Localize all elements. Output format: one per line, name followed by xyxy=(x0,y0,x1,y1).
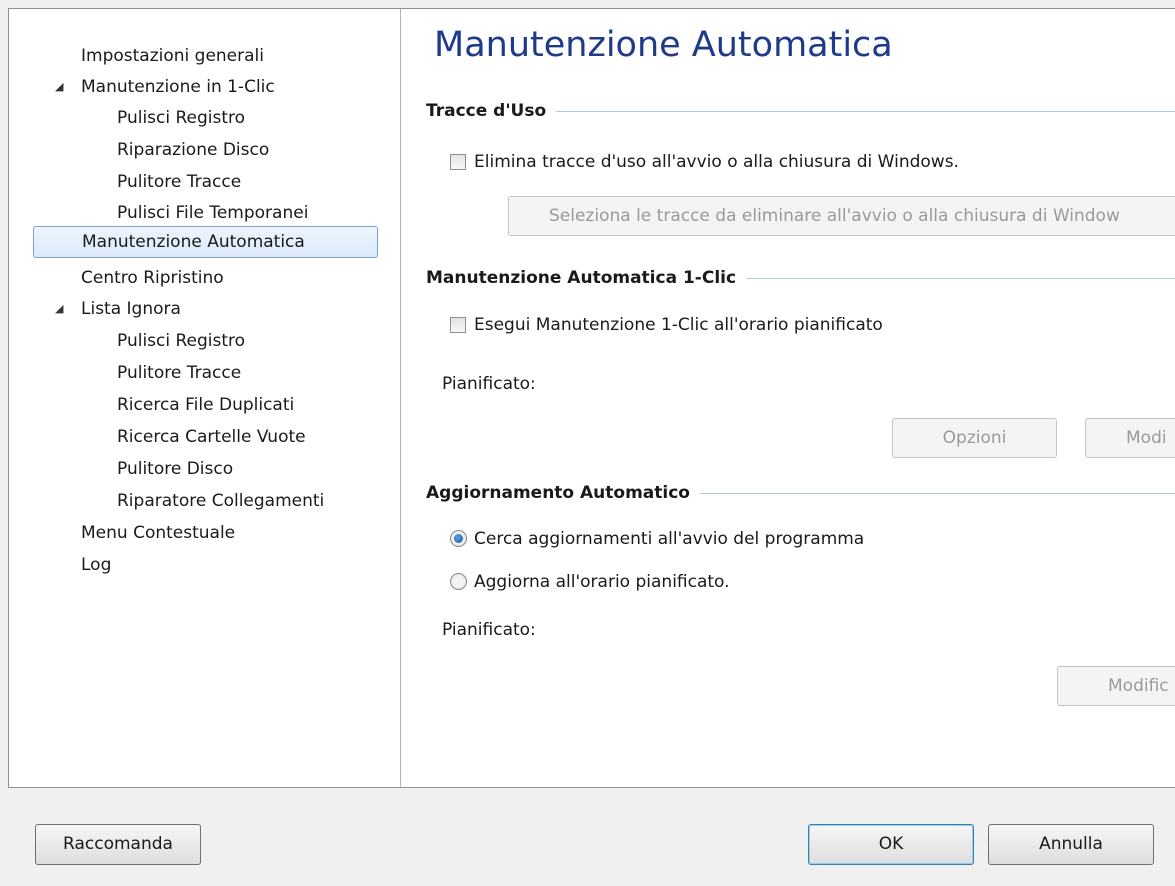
page-title: Manutenzione Automatica xyxy=(434,25,893,65)
sidebar-item-empty-folders[interactable]: Ricerca Cartelle Vuote xyxy=(111,422,312,452)
select-traces-button[interactable]: Seleziona le tracce da eliminare all'avv… xyxy=(508,196,1175,236)
section-heading: Aggiornamento Automatico xyxy=(426,481,700,505)
delete-traces-label[interactable]: Elimina tracce d'uso all'avvio o alla ch… xyxy=(474,150,959,174)
settings-panel: Impostazioni generali ◢ Manutenzione in 1… xyxy=(8,8,1175,788)
section-usage-traces: Tracce d'Uso xyxy=(426,99,1175,123)
sidebar-item-disk-repair[interactable]: Riparazione Disco xyxy=(111,135,275,165)
update-scheduled-radio[interactable] xyxy=(450,573,467,590)
sidebar-item-registry-cleaner[interactable]: Pulisci Registro xyxy=(111,103,251,133)
sidebar-item-label: Pulisci File Temporanei xyxy=(117,203,309,223)
sidebar-item-label: Lista Ignora xyxy=(81,299,181,319)
sidebar-item-general-settings[interactable]: Impostazioni generali xyxy=(75,41,270,71)
main-panel: Manutenzione Automatica Tracce d'Uso Eli… xyxy=(402,9,1175,787)
sidebar-item-label: Riparatore Collegamenti xyxy=(117,491,325,511)
sidebar-item-label: Pulisci Registro xyxy=(117,331,246,351)
delete-traces-checkbox[interactable] xyxy=(450,154,466,170)
sidebar-item-ignore-registry[interactable]: Pulisci Registro xyxy=(111,326,251,356)
sidebar-item-label: Pulitore Disco xyxy=(117,459,234,479)
section-auto-update: Aggiornamento Automatico xyxy=(426,481,1175,505)
sidebar-item-label: Centro Ripristino xyxy=(81,268,224,288)
ok-button[interactable]: OK xyxy=(808,824,974,865)
sidebar-item-label: Manutenzione Automatica xyxy=(82,232,305,252)
sidebar-item-label: Riparazione Disco xyxy=(117,140,270,160)
recommend-button[interactable]: Raccomanda xyxy=(35,824,201,865)
sidebar-tree: Impostazioni generali ◢ Manutenzione in 1… xyxy=(9,9,401,787)
options-button[interactable]: Opzioni xyxy=(892,418,1057,458)
scheduled-label: Pianificato: xyxy=(442,374,536,394)
section-auto-1click: Manutenzione Automatica 1-Clic xyxy=(426,266,1175,290)
sidebar-item-auto-maintenance[interactable]: Manutenzione Automatica xyxy=(33,226,378,258)
modify-schedule-button[interactable]: Modi xyxy=(1085,418,1175,458)
sidebar-item-ignore-list[interactable]: ◢ Lista Ignora xyxy=(55,294,187,324)
check-updates-startup-radio[interactable] xyxy=(450,530,467,547)
update-scheduled-time-label: Pianificato: xyxy=(442,620,536,640)
sidebar-item-duplicate-finder[interactable]: Ricerca File Duplicati xyxy=(111,390,300,420)
sidebar-item-context-menu[interactable]: Menu Contestuale xyxy=(75,518,241,548)
sidebar-item-label: Pulisci Registro xyxy=(117,108,246,128)
sidebar-item-label: Log xyxy=(81,555,112,575)
sidebar-item-label: Impostazioni generali xyxy=(81,46,264,66)
sidebar-item-disk-cleaner[interactable]: Pulitore Disco xyxy=(111,454,239,484)
sidebar-item-ignore-traces[interactable]: Pulitore Tracce xyxy=(111,358,247,388)
section-heading: Manutenzione Automatica 1-Clic xyxy=(426,266,747,290)
sidebar-item-label: Pulitore Tracce xyxy=(117,363,242,383)
sidebar-item-shortcut-fixer[interactable]: Riparatore Collegamenti xyxy=(111,486,330,516)
sidebar-item-log[interactable]: Log xyxy=(75,550,117,580)
sidebar-item-label: Pulitore Tracce xyxy=(117,172,242,192)
cancel-button[interactable]: Annulla xyxy=(988,824,1154,865)
collapse-arrow-icon[interactable]: ◢ xyxy=(55,294,63,324)
sidebar-item-temp-files[interactable]: Pulisci File Temporanei xyxy=(111,198,314,228)
modify-update-schedule-button[interactable]: Modific xyxy=(1057,666,1175,706)
sidebar-item-label: Manutenzione in 1-Clic xyxy=(81,77,275,97)
update-scheduled-label[interactable]: Aggiorna all'orario pianificato. xyxy=(474,570,730,594)
sidebar-item-1click-maintenance[interactable]: ◢ Manutenzione in 1-Clic xyxy=(55,72,281,102)
sidebar-item-label: Ricerca Cartelle Vuote xyxy=(117,427,306,447)
sidebar-item-label: Ricerca File Duplicati xyxy=(117,395,295,415)
run-1click-label[interactable]: Esegui Manutenzione 1-Clic all'orario pi… xyxy=(474,313,883,337)
check-updates-startup-label[interactable]: Cerca aggiornamenti all'avvio del progra… xyxy=(474,527,864,551)
sidebar-item-label: Menu Contestuale xyxy=(81,523,236,543)
section-heading: Tracce d'Uso xyxy=(426,99,557,123)
sidebar-item-restore-center[interactable]: Centro Ripristino xyxy=(75,263,230,293)
sidebar-item-trace-cleaner[interactable]: Pulitore Tracce xyxy=(111,167,247,197)
collapse-arrow-icon[interactable]: ◢ xyxy=(55,72,63,102)
run-1click-checkbox[interactable] xyxy=(450,317,466,333)
